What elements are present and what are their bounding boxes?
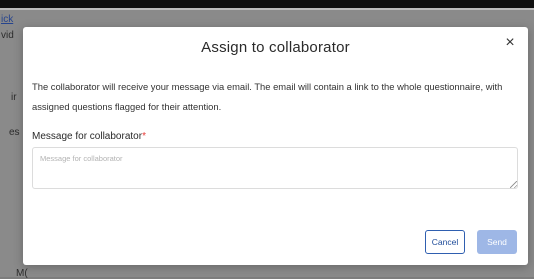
close-icon[interactable]: × (502, 35, 518, 51)
cancel-button[interactable]: Cancel (425, 230, 465, 254)
message-field-label: Message for collaborator* (32, 131, 146, 142)
assign-collaborator-dialog: Assign to collaborator × The collaborato… (23, 27, 528, 265)
message-textarea[interactable] (32, 147, 518, 189)
top-border (0, 0, 534, 10)
background-text-fragment: es (9, 127, 20, 138)
background-link-fragment: ick (1, 14, 14, 25)
background-text-fragment: M( (16, 268, 28, 279)
message-field-label-text: Message for collaborator (32, 131, 143, 142)
send-button[interactable]: Send (477, 230, 517, 254)
background-text-fragment: vid (1, 30, 14, 41)
dialog-title: Assign to collaborator (201, 39, 350, 56)
resize-handle[interactable] (510, 181, 517, 188)
required-marker: * (142, 131, 146, 142)
background-text-fragment: ir (11, 92, 17, 103)
dialog-description: The collaborator will receive your messa… (32, 81, 503, 112)
